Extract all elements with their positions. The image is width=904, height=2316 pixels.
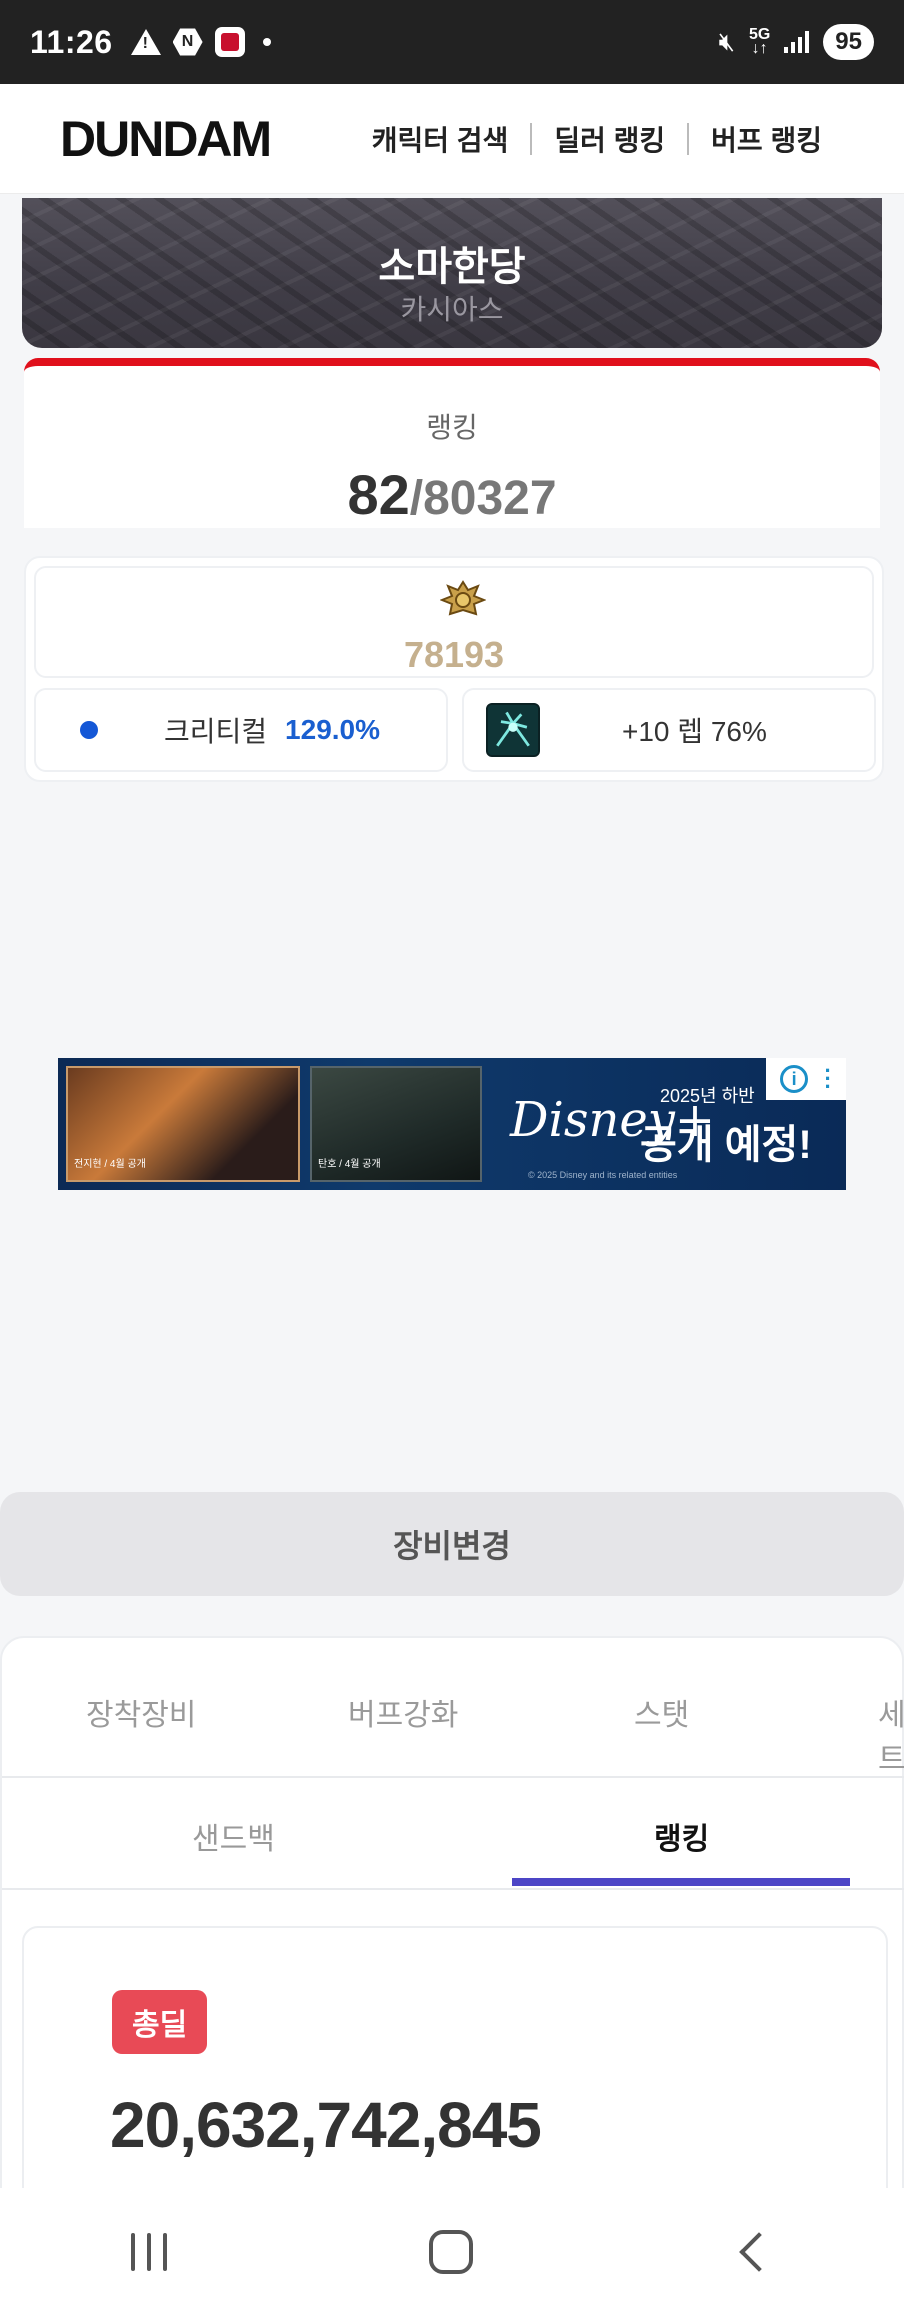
logo[interactable]: DUNDAM <box>60 110 272 168</box>
more-options-icon[interactable]: · · · <box>824 1060 831 1098</box>
ranking-label: 랭킹 <box>426 412 478 443</box>
ranking-total: /80327 <box>409 472 557 525</box>
tab-buff-enhance[interactable]: 버프강화 <box>348 1690 458 1734</box>
total-damage-value: 20,632,742,845 <box>110 2089 542 2161</box>
character-card: 소마한당 카시아스 <box>22 198 882 348</box>
top-nav: DUNDAM 캐릭터 검색 딜러 랭킹 버프 랭킹 <box>0 84 904 194</box>
ad-photo-1: 전지현 / 4월 공개 <box>66 1066 300 1182</box>
sub-tabs: 샌드백 랭킹 <box>2 1778 904 1890</box>
ranking-card: 랭킹 82/80327 <box>24 358 880 528</box>
critical-stat: 크리티컬 129.0% <box>34 688 448 772</box>
status-right-icons: 🔇︎ 5G ↓↑ 95 <box>719 24 874 60</box>
ranking-value: 82/80327 <box>24 462 880 527</box>
character-server: 카시아스 <box>400 294 504 325</box>
skill-text: +10 렙 76% <box>622 716 767 747</box>
nav-links: 캐릭터 검색 딜러 랭킹 버프 랭킹 <box>350 119 844 159</box>
app-icon <box>214 27 245 57</box>
ad-headline: 공개 예정! <box>640 1123 812 1167</box>
nav-link-dealer-ranking[interactable]: 딜러 랭킹 <box>532 119 687 159</box>
ad-tagline: 2025년 하반 <box>660 1086 755 1106</box>
recents-icon[interactable] <box>131 2233 167 2271</box>
tab-stats[interactable]: 스탯 <box>634 1690 689 1734</box>
status-bar: 11:26 N 🔇︎ 5G↓↑ 95 <box>0 0 904 84</box>
ad-caption-2: 탄호 / 4월 공개 <box>318 1159 381 1170</box>
character-name: 소마한당 <box>378 245 526 289</box>
fame-card: 78193 크리티컬 129.0% +10 렙 76% <box>24 556 884 782</box>
tab-equipment[interactable]: 장착장비 <box>86 1690 196 1734</box>
equip-change-button[interactable]: 장비변경 <box>0 1492 904 1596</box>
back-icon[interactable] <box>739 2232 779 2272</box>
skill-stat: +10 렙 76% <box>462 688 876 772</box>
ad-legal: © 2025 Disney and its related entities <box>528 1170 678 1180</box>
tab-set[interactable]: 세트 <box>878 1690 904 1776</box>
status-time: 11:26 <box>30 23 113 60</box>
fame-value: 78193 <box>403 634 505 675</box>
info-icon[interactable]: i <box>780 1065 809 1093</box>
signal-icon <box>784 31 810 53</box>
active-tab-indicator <box>512 1878 850 1886</box>
ad-photo-2: 탄호 / 4월 공개 <box>310 1066 482 1182</box>
total-damage-badge: 총딜 <box>112 1990 208 2054</box>
ranking-rank: 82 <box>347 463 410 526</box>
fame-emblem-icon <box>440 580 486 616</box>
ad-caption-1: 전지현 / 4월 공개 <box>74 1159 146 1170</box>
system-nav-bar <box>0 2188 904 2316</box>
tab-sandbag[interactable]: 샌드백 <box>192 1814 275 1858</box>
fame-box: 78193 <box>34 566 874 678</box>
n-icon: N <box>172 28 203 56</box>
ad-choices[interactable]: i · · · <box>766 1058 846 1100</box>
ad-banner[interactable]: 전지현 / 4월 공개 탄호 / 4월 공개 Disney+ 2025년 하반 … <box>58 1058 846 1190</box>
main-tabs: 장착장비 버프강화 스탯 세트 <box>2 1638 904 1778</box>
tab-ranking[interactable]: 랭킹 <box>654 1814 709 1858</box>
status-left-icons: N <box>130 27 271 57</box>
home-icon[interactable] <box>429 2230 473 2274</box>
skill-icon <box>486 703 540 757</box>
mute-icon: 🔇︎ <box>718 26 735 56</box>
warning-icon <box>130 29 161 55</box>
critical-dot-icon <box>80 721 98 739</box>
battery-indicator: 95 <box>823 24 874 60</box>
app-root: 11:26 N 🔇︎ 5G↓↑ 95 DUNDAM 캐릭터 검색 딜러 랭킹 버… <box>0 0 904 2316</box>
5g-icon: 5G ↓↑ <box>748 26 771 57</box>
critical-value: 129.0% <box>285 714 381 745</box>
dot-icon <box>262 38 271 46</box>
nav-link-buff-ranking[interactable]: 버프 랭킹 <box>689 119 844 159</box>
critical-label: 크리티컬 <box>164 716 268 747</box>
nav-link-character-search[interactable]: 캐릭터 검색 <box>350 119 531 159</box>
